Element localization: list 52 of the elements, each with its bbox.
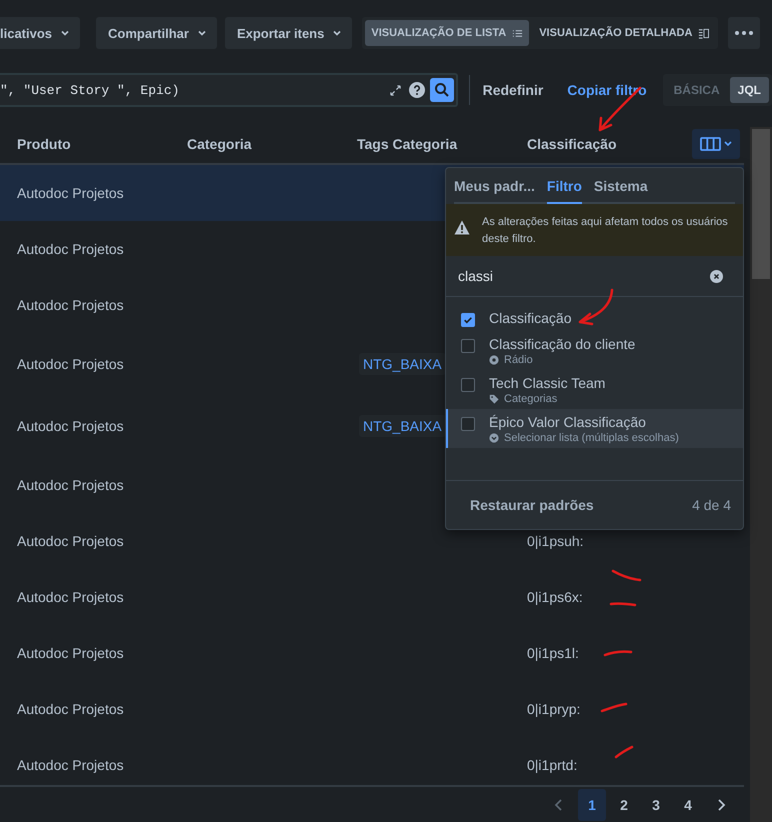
table-cell: Autodoc Projetos xyxy=(17,185,124,201)
jql-query-field[interactable]: ", "User Story ", Epic) xyxy=(0,73,458,107)
table-cell: 0|i1pryp: xyxy=(527,701,580,717)
table-cell: Autodoc Projetos xyxy=(17,418,124,434)
toolbar-button[interactable]: Compartilhar xyxy=(96,17,217,49)
toolbar-button[interactable]: Exportar itens xyxy=(224,17,352,49)
option-label: Classificação do cliente xyxy=(489,336,636,352)
table-cell: Autodoc Projetos xyxy=(17,589,124,605)
view-tab[interactable]: VISUALIZAÇÃO DE LISTA xyxy=(365,20,530,46)
page-button[interactable]: 4 xyxy=(674,788,702,820)
panel-tab[interactable]: Sistema xyxy=(594,178,648,204)
table-cell: 0|i1prtd: xyxy=(527,757,578,773)
column-option[interactable]: Tech Classic Team Categorias xyxy=(446,370,743,409)
table-cell: Autodoc Projetos xyxy=(17,645,124,661)
column-option[interactable]: Classificação do cliente Rádio xyxy=(446,331,743,370)
column-option[interactable]: Classificação xyxy=(446,305,743,331)
table-cell: 0|i1ps6x: xyxy=(527,589,583,605)
column-header[interactable]: Produto xyxy=(17,136,71,152)
column-header[interactable]: Categoria xyxy=(187,136,252,152)
panel-tab[interactable]: Meus padr... xyxy=(454,178,535,204)
reset-button[interactable]: Redefinir xyxy=(482,82,544,98)
table-cell: Autodoc Projetos xyxy=(17,757,124,773)
table-row[interactable]: Autodoc Projetos 0|i1prtd: xyxy=(0,737,744,785)
table-row[interactable]: Autodoc Projetos 0|i1pryp: xyxy=(0,681,744,737)
page-button[interactable]: 3 xyxy=(642,788,670,820)
table-row[interactable]: Autodoc Projetos 0|i1ps6x: xyxy=(0,569,744,625)
page-button[interactable]: 2 xyxy=(610,788,638,820)
option-type: Rádio xyxy=(504,354,533,366)
table-cell: 0|i1ps1l: xyxy=(527,645,579,661)
option-type: Selecionar lista (múltiplas escolhas) xyxy=(504,432,679,444)
restore-defaults-button[interactable]: Restaurar padrões xyxy=(470,497,594,513)
table-row[interactable]: Autodoc Projetos 0|i1ps1l: xyxy=(0,625,744,681)
column-option[interactable]: Épico Valor Classificação Selecionar lista (múltiplas escolhas) xyxy=(446,409,743,448)
column-header[interactable]: Classificação xyxy=(527,136,616,152)
option-type: Categorias xyxy=(504,393,558,405)
toolbar-button[interactable]: licativos xyxy=(0,17,80,49)
option-label: Épico Valor Classificação xyxy=(489,414,647,430)
view-tab[interactable]: VISUALIZAÇÃO DETALHADA xyxy=(533,20,716,46)
category-tag[interactable]: NTG_BAIXA xyxy=(359,415,446,437)
column-search-field[interactable]: classi xyxy=(446,256,743,297)
column-header[interactable]: Tags Categoria xyxy=(357,136,458,152)
table-cell: Autodoc Projetos xyxy=(17,533,124,549)
table-row[interactable]: Autodoc Projetos 0|i1psuh: xyxy=(0,513,744,569)
selection-count: 4 de 4 xyxy=(692,497,731,513)
table-cell: Autodoc Projetos xyxy=(17,701,124,717)
mode-tab[interactable]: JQL xyxy=(730,77,769,103)
category-tag[interactable]: NTG_BAIXA xyxy=(359,353,446,375)
option-label: Classificação xyxy=(489,310,572,326)
table-cell: Autodoc Projetos xyxy=(17,356,124,372)
table-cell: 0|i1psuh: xyxy=(527,533,584,549)
page-button[interactable]: 1 xyxy=(578,788,606,820)
option-label: Tech Classic Team xyxy=(489,375,606,391)
